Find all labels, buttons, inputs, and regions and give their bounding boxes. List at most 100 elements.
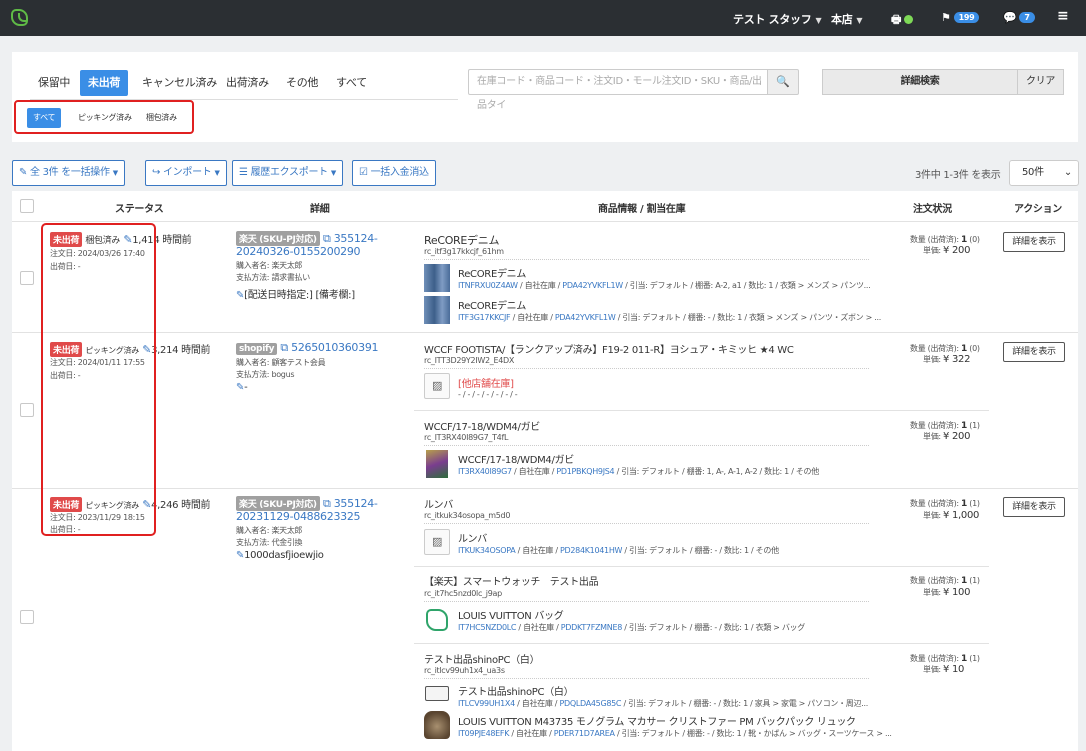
status-dot bbox=[904, 15, 914, 24]
subtab-all[interactable]: すべて bbox=[27, 108, 62, 128]
col-product: 商品情報 / 割当在庫 bbox=[598, 204, 686, 215]
product-image bbox=[426, 450, 448, 478]
export-button[interactable]: ☰ 履歴エクスポート ▼ bbox=[232, 160, 343, 186]
stock-name: LOUIS VUITTON M43735 モノグラム マカサー クリストファー … bbox=[458, 717, 856, 728]
detail-search-button[interactable]: 詳細検索 bbox=[822, 69, 1018, 95]
per-page-select[interactable]: 50件 ⌄ bbox=[1009, 160, 1079, 186]
search-button[interactable]: 🔍 bbox=[767, 69, 799, 95]
mall-tag: 楽天 (SKU-PJ対応) bbox=[236, 496, 320, 511]
view-detail-button[interactable]: 詳細を表示 bbox=[1003, 497, 1065, 517]
pencil-icon[interactable]: ✎ bbox=[236, 550, 244, 561]
external-link-icon[interactable]: ⧉ bbox=[323, 497, 331, 510]
app-logo-icon bbox=[426, 609, 448, 631]
search-input[interactable]: 在庫コード・商品コード・注文ID・モール注文ID・SKU・商品/出品タイ bbox=[468, 69, 768, 111]
chat-count-badge: 7 bbox=[1019, 12, 1035, 23]
image-placeholder-icon: ▨ bbox=[424, 529, 450, 555]
flag-icon: ⚑ bbox=[941, 11, 951, 24]
pencil-icon[interactable]: ✎ bbox=[236, 382, 244, 393]
row-checkbox[interactable] bbox=[20, 271, 34, 285]
stock-code-link[interactable]: ITKUK34OSOPA bbox=[458, 546, 516, 555]
staff-menu[interactable]: テスト スタッフ ▼ bbox=[733, 11, 822, 27]
tab-cancelled[interactable]: キャンセル済み bbox=[134, 70, 225, 96]
bulk-label: 全 3件 を一括操作 bbox=[29, 167, 110, 178]
order-id-link[interactable]: 355124- bbox=[334, 497, 378, 510]
tab-shipped[interactable]: 出荷済み bbox=[218, 70, 277, 96]
memo-text: 1000dasfjioewjio bbox=[244, 550, 324, 561]
view-detail-button[interactable]: 詳細を表示 bbox=[1003, 232, 1065, 252]
price-label: 単価: bbox=[923, 511, 944, 520]
app-logo-icon[interactable] bbox=[11, 9, 28, 26]
select-all-checkbox[interactable] bbox=[20, 199, 34, 213]
item-code: rc_itf3g17kkcjf_61hm bbox=[424, 247, 504, 256]
payment-method: 支払方法: 請求書払い bbox=[236, 273, 310, 282]
divider bbox=[414, 643, 989, 644]
qty-label: 数量 (出荷済): bbox=[910, 576, 962, 585]
memo-text: - bbox=[244, 382, 248, 393]
stock-name: WCCF/17-18/WDM4/ガビ bbox=[458, 455, 574, 466]
staff-name: テスト スタッフ bbox=[733, 13, 812, 26]
item-code: rc_ITT3D29Y2IW2_E4DX bbox=[424, 356, 515, 365]
product-code-link[interactable]: PD1PBKQH9JS4 bbox=[556, 467, 614, 476]
notifications[interactable]: ⚑ 199 bbox=[941, 11, 980, 24]
subtab-picked[interactable]: ピッキング済み bbox=[72, 108, 138, 128]
tab-other[interactable]: その他 bbox=[278, 70, 326, 96]
product-code-link[interactable]: PD284K1041HW bbox=[560, 546, 622, 555]
price-label: 単価: bbox=[923, 246, 944, 255]
unit-price: 単価: ¥ 200 bbox=[923, 431, 970, 442]
quantity: 数量 (出荷済): 1 (1) bbox=[910, 653, 980, 664]
clear-button[interactable]: クリア bbox=[1017, 69, 1064, 95]
product-code-link[interactable]: PDA42YVKFL1W bbox=[555, 313, 616, 322]
divider bbox=[424, 523, 869, 524]
order-id-link[interactable]: 355124- bbox=[334, 232, 378, 245]
import-button[interactable]: ↪ インポート ▼ bbox=[145, 160, 227, 186]
stock-code-link[interactable]: IT7HC5NZD0LC bbox=[458, 623, 516, 632]
store-menu[interactable]: 本店 ▼ bbox=[831, 11, 863, 27]
price-label: 単価: bbox=[923, 665, 944, 674]
chevron-down-icon: ▼ bbox=[214, 169, 220, 177]
order-id-link-cont[interactable]: 20240326-0155200290 bbox=[236, 245, 361, 258]
printer-status[interactable]: 🖶 bbox=[891, 11, 914, 30]
stock-code-link[interactable]: ITNFRXU0Z4AW bbox=[458, 281, 518, 290]
stock-code-link[interactable]: ITF3G17KKCJF bbox=[458, 313, 511, 322]
sub-status-tabs: すべて ピッキング済み 梱包済み bbox=[14, 100, 194, 134]
stock-code-link[interactable]: IT3RX40I89G7 bbox=[458, 467, 512, 476]
stock-code-link[interactable]: ITLCV99UH1X4 bbox=[458, 699, 515, 708]
subtab-packed[interactable]: 梱包済み bbox=[140, 108, 183, 128]
row-checkbox[interactable] bbox=[20, 610, 34, 624]
pencil-icon[interactable]: ✎ bbox=[236, 290, 244, 301]
external-link-icon[interactable]: ⧉ bbox=[280, 341, 288, 354]
list-icon: ☰ bbox=[239, 167, 248, 178]
product-code-link[interactable]: PDQLDA45G85C bbox=[559, 699, 621, 708]
tab-all[interactable]: すべて bbox=[328, 70, 375, 96]
stock-info-rest: / 引当: デフォルト / 棚番: - / 数比: 1 / 衣類 > メンズ >… bbox=[615, 313, 882, 322]
mall-tag: 楽天 (SKU-PJ対応) bbox=[236, 231, 320, 246]
product-code-link[interactable]: PDA42YVKFL1W bbox=[562, 281, 623, 290]
product-code-link[interactable]: PDDKT7FZMNE8 bbox=[561, 623, 623, 632]
qty-label: 数量 (出荷済): bbox=[910, 654, 962, 663]
detail-cell: 楽天 (SKU-PJ対応) ⧉ 355124- bbox=[236, 496, 378, 511]
divider bbox=[424, 259, 869, 260]
unit-price: 単価: ¥ 100 bbox=[923, 587, 970, 598]
tab-unshipped[interactable]: 未出荷 bbox=[80, 70, 129, 96]
tab-hold[interactable]: 保留中 bbox=[30, 70, 78, 96]
qty-label: 数量 (出荷済): bbox=[910, 344, 962, 353]
stock-code-link[interactable]: IT09PJE48EFK bbox=[458, 729, 509, 738]
view-detail-button[interactable]: 詳細を表示 bbox=[1003, 342, 1065, 362]
price-value: ¥ 200 bbox=[943, 431, 971, 442]
stock-info-rest: / 引当: デフォルト / 棚番: - / 数比: 1 / その他 bbox=[622, 546, 779, 555]
stock-info: ITNFRXU0Z4AW / 自社在庫 / PDA42YVKFL1W / 引当:… bbox=[458, 280, 871, 291]
product-code-link[interactable]: PDER71D7AREA bbox=[554, 729, 615, 738]
hamburger-menu-icon[interactable]: ≡ bbox=[1057, 8, 1069, 24]
order-id-link-cont[interactable]: 20231129-0488623325 bbox=[236, 510, 361, 523]
result-count: 3件中 1-3件 を表示 bbox=[915, 170, 1001, 181]
order-id-link[interactable]: 5265010360391 bbox=[291, 341, 378, 354]
item-code: rc_it7hc5nzd0lc_j9ap bbox=[424, 589, 502, 598]
unit-price: 単価: ¥ 322 bbox=[923, 354, 970, 365]
row-checkbox[interactable] bbox=[20, 403, 34, 417]
external-link-icon[interactable]: ⧉ bbox=[323, 232, 331, 245]
memo: ✎- bbox=[236, 382, 248, 393]
bulk-action-button[interactable]: ✎ 全 3件 を一括操作 ▼ bbox=[12, 160, 125, 186]
messages[interactable]: 💬 7 bbox=[1003, 11, 1035, 24]
divider bbox=[414, 410, 989, 411]
deposit-button[interactable]: ☑ 一括入金消込 bbox=[352, 160, 436, 186]
